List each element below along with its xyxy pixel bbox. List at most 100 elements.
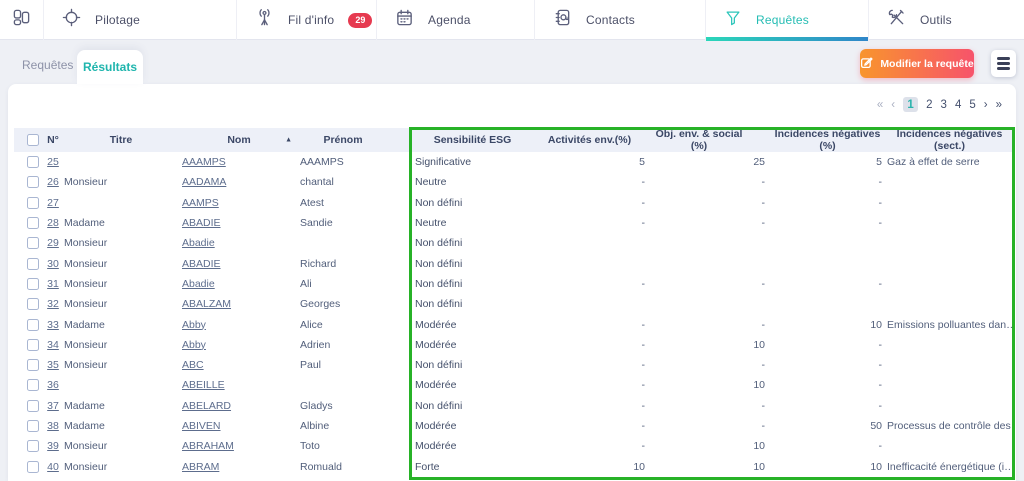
cell-prenom: Atest [298, 197, 410, 209]
cell-nom[interactable]: ABADIE [182, 217, 221, 229]
table-row: 29MonsieurAbadieNon défini [14, 233, 1014, 253]
cell-num[interactable]: 35 [47, 359, 59, 371]
table-row: 38MadameABIVENAlbineModérée--50Processus… [14, 416, 1014, 436]
cell-act: - [545, 339, 652, 351]
nav-tab-contacts[interactable]: Contacts [534, 0, 705, 40]
row-checkbox[interactable] [27, 278, 39, 290]
cell-obj: 10 [652, 379, 770, 391]
cell-num[interactable]: 40 [47, 461, 59, 473]
cell-nom[interactable]: ABRAHAM [182, 440, 234, 452]
cell-titre: Madame [62, 400, 180, 412]
column-header-sensibilite[interactable]: Sensibilité ESG [410, 134, 545, 146]
nav-tab-agenda[interactable]: Agenda [376, 0, 534, 40]
cell-num[interactable]: 36 [47, 379, 59, 391]
column-header-incidences-sect[interactable]: Incidences négatives (sect.) [885, 128, 1014, 152]
cell-sens: Modérée [410, 379, 545, 391]
column-header-incidences-pct[interactable]: Incidences négatives (%) [770, 128, 885, 152]
pagination-prev[interactable]: ‹ [891, 99, 895, 111]
cell-nom[interactable]: Abadie [182, 278, 215, 290]
row-checkbox[interactable] [27, 197, 39, 209]
row-checkbox[interactable] [27, 420, 39, 432]
column-header-activites[interactable]: Activités env.(%) [545, 134, 652, 146]
cell-num[interactable]: 26 [47, 176, 59, 188]
cell-sens: Non défini [410, 278, 545, 290]
row-checkbox[interactable] [27, 258, 39, 270]
sort-asc-icon: ▲ [285, 137, 292, 144]
row-checkbox[interactable] [27, 298, 39, 310]
cell-obj: - [652, 278, 770, 290]
row-checkbox[interactable] [27, 400, 39, 412]
pagination-next[interactable]: › [984, 99, 988, 111]
pagination-first[interactable]: « [877, 99, 883, 111]
cell-nom[interactable]: AAAMPS [182, 156, 226, 168]
cell-num[interactable]: 31 [47, 278, 59, 290]
cell-nom[interactable]: AADAMA [182, 176, 226, 188]
cell-num[interactable]: 29 [47, 237, 59, 249]
row-checkbox[interactable] [27, 156, 39, 168]
column-header-nom[interactable]: Nom ▲ [180, 134, 298, 146]
cell-nom[interactable]: ABIVEN [182, 420, 221, 432]
nav-label: Contacts [586, 13, 635, 27]
pagination-page-1[interactable]: 1 [903, 97, 918, 112]
nav-tab-home[interactable] [0, 0, 43, 40]
pagination-page-5[interactable]: 5 [969, 99, 975, 111]
tab-resultats[interactable]: Résultats [77, 50, 143, 84]
pagination-last[interactable]: » [996, 99, 1002, 111]
cell-num[interactable]: 33 [47, 319, 59, 331]
cell-num[interactable]: 25 [47, 156, 59, 168]
cell-num[interactable]: 38 [47, 420, 59, 432]
pagination-page-4[interactable]: 4 [955, 99, 961, 111]
row-checkbox[interactable] [27, 237, 39, 249]
cell-nom[interactable]: Abadie [182, 237, 215, 249]
cell-nom[interactable]: ABEILLE [182, 379, 225, 391]
select-all-checkbox[interactable] [27, 134, 39, 146]
row-checkbox[interactable] [27, 217, 39, 229]
cell-num[interactable]: 30 [47, 258, 59, 270]
row-checkbox[interactable] [27, 379, 39, 391]
nav-tab-pilotage[interactable]: Pilotage [43, 0, 236, 40]
row-checkbox[interactable] [27, 461, 39, 473]
nav-tab-requetes[interactable]: Requêtes [705, 0, 868, 40]
cell-titre: Monsieur [62, 461, 180, 473]
modify-query-button[interactable]: Modifier la requête [860, 49, 974, 78]
cell-num[interactable]: 37 [47, 400, 59, 412]
row-checkbox[interactable] [27, 339, 39, 351]
cell-num[interactable]: 28 [47, 217, 59, 229]
pagination-page-3[interactable]: 3 [941, 99, 947, 111]
cell-act: 10 [545, 461, 652, 473]
tab-requetes[interactable]: Requêtes [22, 58, 73, 72]
pagination-page-2[interactable]: 2 [926, 99, 932, 111]
nav-tab-fil-dinfo[interactable]: Fil d'info 29 [236, 0, 376, 40]
cell-nom[interactable]: ABADIE [182, 258, 221, 270]
cell-sens: Modérée [410, 440, 545, 452]
cell-nom[interactable]: AAMPS [182, 197, 219, 209]
cell-nom[interactable]: ABRAM [182, 461, 219, 473]
cell-num[interactable]: 27 [47, 197, 59, 209]
cell-nom[interactable]: ABC [182, 359, 204, 371]
column-header-prenom[interactable]: Prénom [298, 134, 410, 146]
cell-prenom: chantal [298, 176, 410, 188]
cell-inc: 10 [770, 461, 885, 473]
column-header-objectifs[interactable]: Obj. env. & social (%) [652, 128, 770, 152]
cell-num[interactable]: 39 [47, 440, 59, 452]
cell-num[interactable]: 32 [47, 298, 59, 310]
cell-num[interactable]: 34 [47, 339, 59, 351]
row-checkbox[interactable] [27, 319, 39, 331]
cell-nom[interactable]: ABELARD [182, 400, 231, 412]
column-header-num[interactable]: N° [44, 134, 62, 146]
cell-nom[interactable]: Abby [182, 339, 206, 351]
cell-inc: 5 [770, 156, 885, 168]
cell-nom[interactable]: Abby [182, 319, 206, 331]
cell-obj: - [652, 359, 770, 371]
cell-nom[interactable]: ABALZAM [182, 298, 231, 310]
row-checkbox[interactable] [27, 440, 39, 452]
row-checkbox[interactable] [27, 176, 39, 188]
row-checkbox[interactable] [27, 359, 39, 371]
cell-prenom: Albine [298, 420, 410, 432]
table-body: 25AAAMPSAAAMPSSignificative5255Gaz à eff… [14, 152, 1014, 477]
table-row: 34MonsieurAbbyAdrienModérée-10- [14, 335, 1014, 355]
nav-tab-outils[interactable]: Outils [868, 0, 1024, 40]
column-header-titre[interactable]: Titre [62, 134, 180, 146]
list-menu-button[interactable] [991, 50, 1016, 77]
table-row: 35MonsieurABCPaulNon défini--- [14, 355, 1014, 375]
